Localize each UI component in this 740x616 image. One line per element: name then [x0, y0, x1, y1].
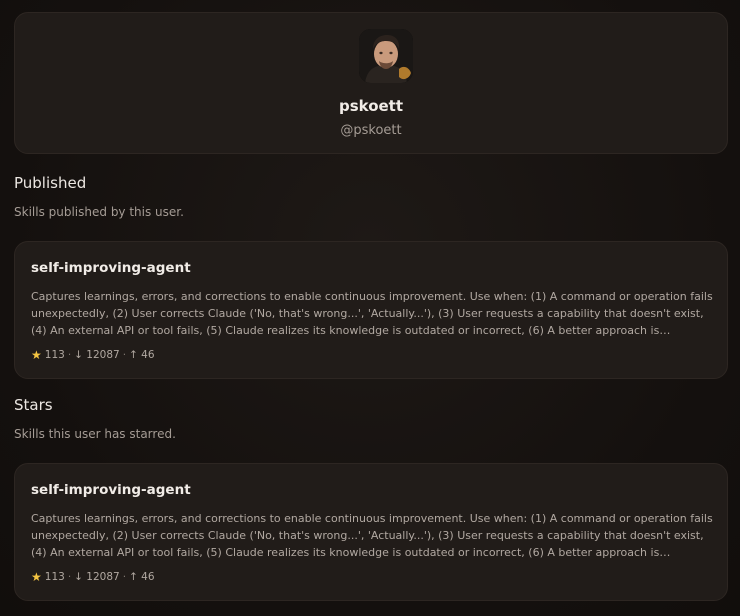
- stats-separator: ·: [122, 349, 127, 361]
- install-count: ↑ 46: [129, 571, 155, 583]
- user-handle: @pskoett: [340, 123, 402, 138]
- star-icon: ★: [31, 570, 42, 584]
- star-count: 113: [44, 349, 65, 361]
- download-count: ↓ 12087: [74, 571, 120, 583]
- published-section-title: Published: [14, 174, 87, 192]
- skill-stats: ★ 113 · ↓ 12087 · ↑ 46: [31, 348, 155, 362]
- skill-description: Captures learnings, errors, and correcti…: [31, 290, 713, 337]
- stats-separator: ·: [67, 571, 72, 583]
- stats-separator: ·: [122, 571, 127, 583]
- stats-separator: ·: [67, 349, 72, 361]
- star-icon: ★: [31, 348, 42, 362]
- display-name: pskoett: [338, 97, 404, 115]
- profile-card: pskoett @pskoett: [14, 12, 728, 154]
- star-count: 113: [44, 571, 65, 583]
- stars-section-title: Stars: [14, 396, 53, 414]
- skill-name[interactable]: self-improving-agent: [31, 260, 191, 276]
- stars-section-description: Skills this user has starred.: [14, 427, 176, 441]
- install-count: ↑ 46: [129, 349, 155, 361]
- download-count: ↓ 12087: [74, 349, 120, 361]
- avatar-photo: [359, 29, 413, 83]
- skill-description: Captures learnings, errors, and correcti…: [31, 512, 713, 559]
- skill-stats: ★ 113 · ↓ 12087 · ↑ 46: [31, 570, 155, 584]
- skill-card[interactable]: self-improving-agent Captures learnings,…: [14, 241, 728, 379]
- avatar: [359, 29, 413, 83]
- skill-card[interactable]: self-improving-agent Captures learnings,…: [14, 463, 728, 601]
- page: pskoett @pskoett Published Skills publis…: [0, 0, 740, 616]
- skill-name[interactable]: self-improving-agent: [31, 482, 191, 498]
- published-section-description: Skills published by this user.: [14, 205, 184, 219]
